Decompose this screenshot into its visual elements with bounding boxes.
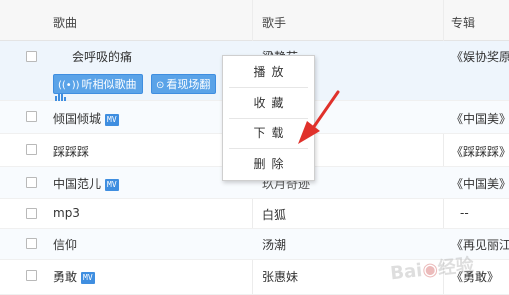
red-arrow-icon [298, 90, 340, 144]
